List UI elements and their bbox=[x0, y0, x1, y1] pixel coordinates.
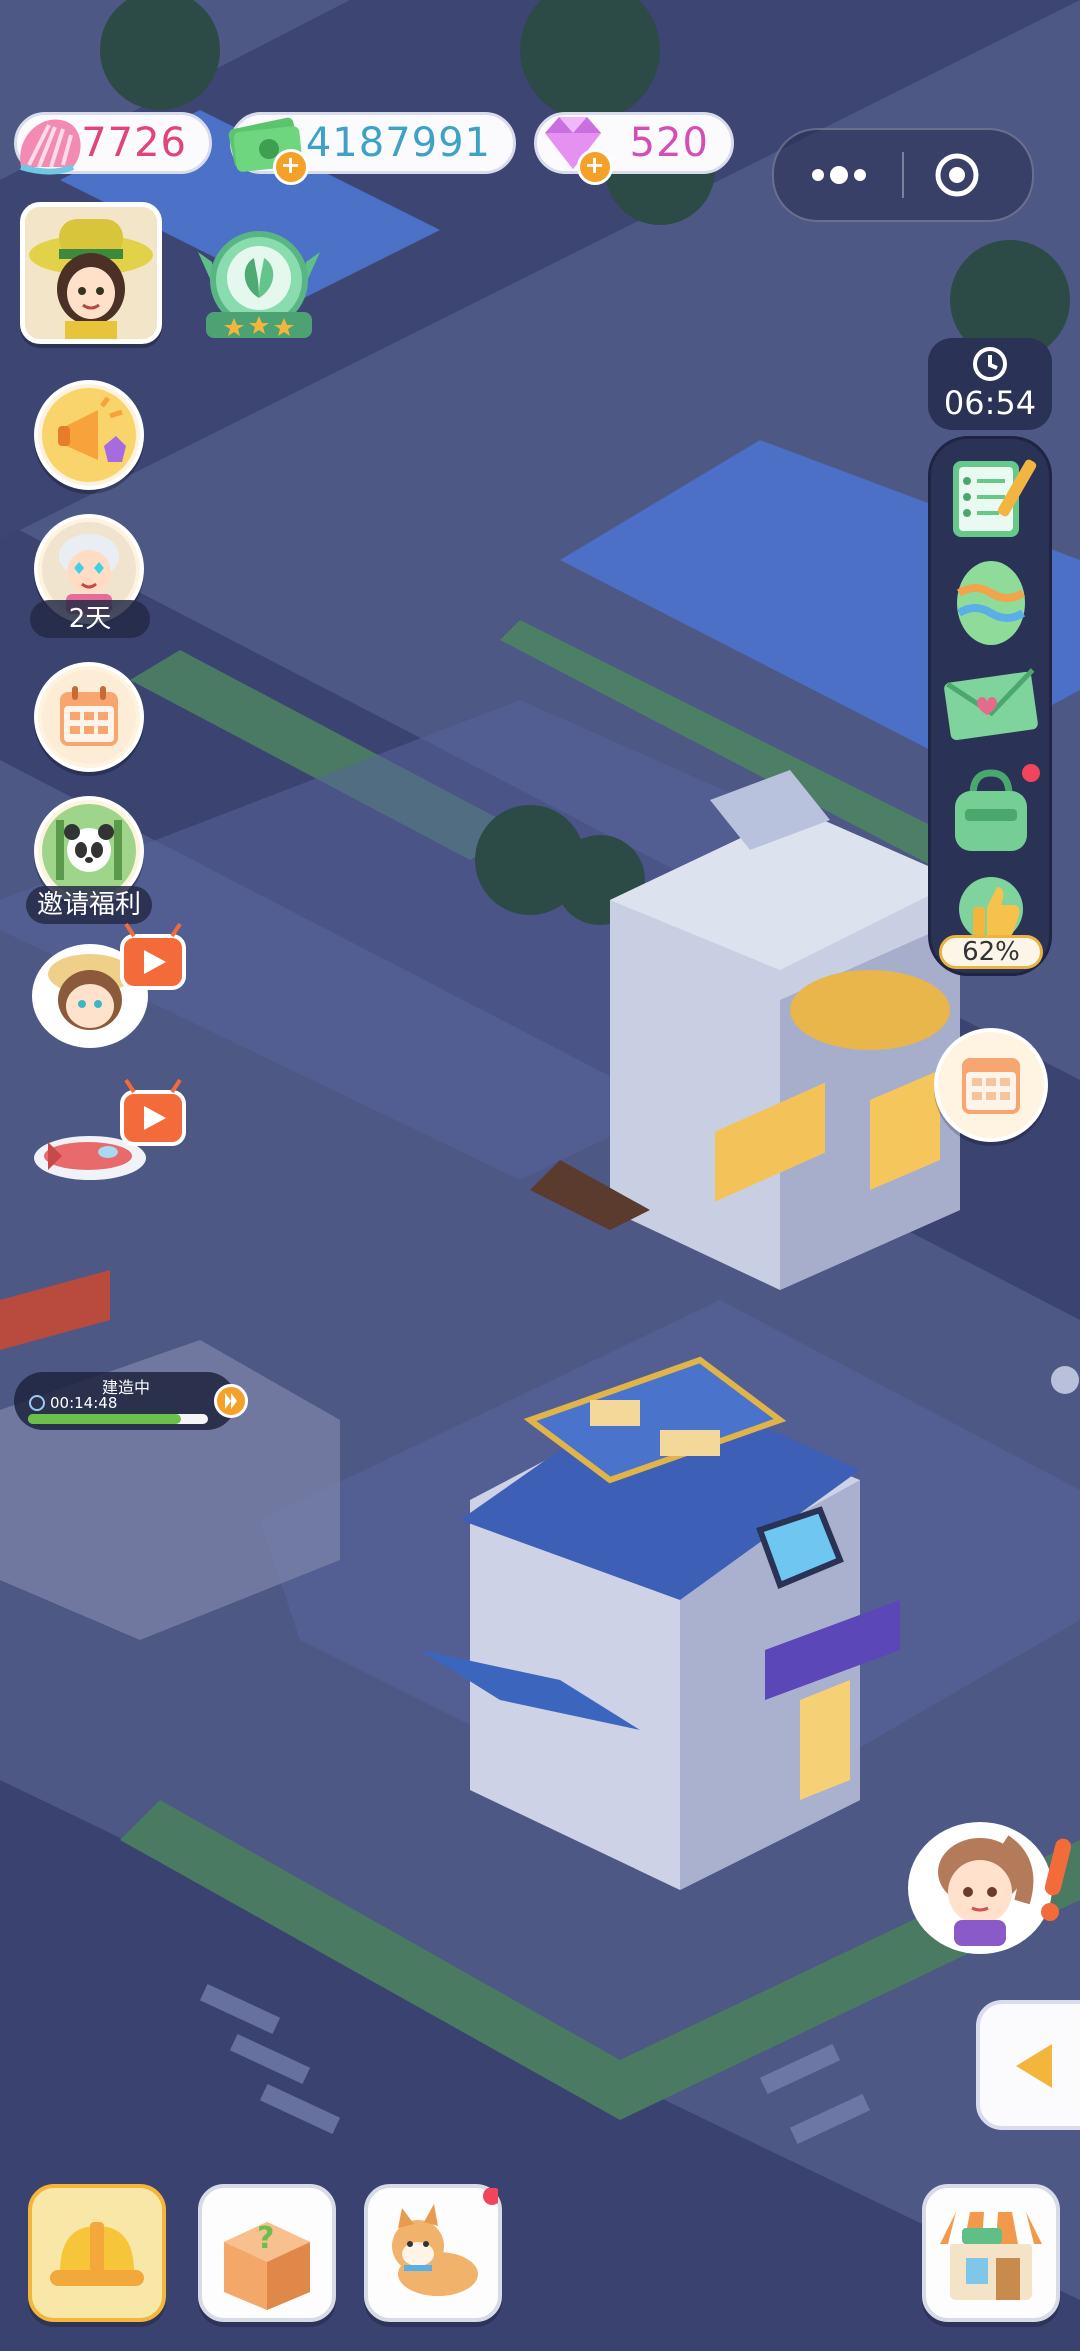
leaf-rank-badge-icon bbox=[198, 231, 320, 338]
shells-value: 7726 bbox=[81, 120, 187, 166]
mystery-box-button[interactable]: ? bbox=[198, 2184, 336, 2322]
cash-value: 4187991 bbox=[305, 120, 491, 166]
bag-icon bbox=[955, 764, 1040, 851]
event-days-tag: 2天 bbox=[30, 600, 150, 638]
rating-value: 62% bbox=[962, 937, 1020, 967]
calendar-icon bbox=[42, 670, 136, 764]
pet-button[interactable] bbox=[364, 2184, 502, 2322]
megaphone-icon bbox=[42, 388, 136, 482]
shells-counter[interactable]: 7726 bbox=[14, 112, 212, 175]
svg-text:?: ? bbox=[257, 2221, 274, 2256]
cash-counter[interactable]: + 4187991 bbox=[228, 112, 516, 185]
video-reward-plane-icon bbox=[34, 1078, 186, 1180]
gems-counter[interactable]: + 520 bbox=[534, 112, 734, 185]
shop-button[interactable] bbox=[922, 2184, 1060, 2322]
npc-alert-icon bbox=[908, 1822, 1072, 1954]
shop-icon bbox=[940, 2212, 1042, 2300]
npc-alert-button[interactable] bbox=[904, 1812, 1080, 1962]
invite-tag: 邀请福利 bbox=[26, 886, 152, 924]
miniprogram-capsule bbox=[772, 128, 1034, 222]
shell-icon bbox=[20, 119, 81, 175]
mystery-box-icon: ? bbox=[224, 2221, 310, 2310]
egg-button[interactable] bbox=[939, 553, 1043, 649]
video-reward-girl-button[interactable] bbox=[28, 922, 188, 1062]
mail-button[interactable] bbox=[939, 659, 1043, 751]
clock-icon bbox=[973, 347, 1007, 381]
announcement-button[interactable] bbox=[34, 380, 144, 490]
build-button[interactable] bbox=[28, 2184, 166, 2322]
more-dots-icon[interactable] bbox=[804, 150, 874, 200]
calendar-bubble-button[interactable] bbox=[934, 1028, 1048, 1142]
construction-progress[interactable]: 建造中 00:14:48 bbox=[14, 1372, 248, 1430]
target-close-icon[interactable] bbox=[932, 150, 982, 200]
alarm-clock-icon bbox=[29, 1395, 45, 1411]
player-avatar[interactable] bbox=[20, 202, 162, 344]
game-scene[interactable]: 7726 + 4187991 + 520 2天 邀请福利 06:54 62% 建… bbox=[0, 0, 1080, 2351]
add-cash-icon[interactable]: + bbox=[273, 149, 309, 185]
event-timer[interactable]: 06:54 bbox=[928, 338, 1052, 430]
gems-value: 520 bbox=[629, 120, 709, 166]
rating-value-pill: 62% bbox=[939, 935, 1043, 969]
hardhat-icon bbox=[50, 2222, 144, 2286]
construction-time: 00:14:48 bbox=[50, 1394, 118, 1412]
construction-bar-track bbox=[28, 1414, 208, 1424]
timer-value: 06:54 bbox=[943, 384, 1037, 422]
mail-icon bbox=[944, 668, 1038, 741]
construction-bar-fill bbox=[28, 1414, 181, 1424]
side-collapse-button[interactable] bbox=[976, 2000, 1080, 2130]
tasks-button[interactable] bbox=[939, 451, 1043, 543]
capsule-divider bbox=[902, 152, 904, 198]
shiba-dog-icon bbox=[392, 2187, 501, 2296]
task-notepad-icon bbox=[953, 459, 1037, 537]
egg-icon bbox=[956, 561, 1026, 645]
arrow-left-icon bbox=[1016, 2044, 1052, 2088]
calendar-button[interactable] bbox=[34, 662, 144, 772]
video-reward-plane-button[interactable] bbox=[28, 1078, 188, 1198]
right-menu-panel: 62% bbox=[928, 436, 1052, 976]
player-avatar-icon bbox=[25, 207, 157, 339]
rank-badge[interactable] bbox=[192, 222, 326, 346]
add-gems-icon[interactable]: + bbox=[577, 149, 613, 185]
calendar-bubble-icon bbox=[962, 1058, 1020, 1114]
speedup-icon[interactable] bbox=[214, 1384, 248, 1418]
video-reward-girl-icon bbox=[32, 922, 186, 1048]
rating-button[interactable]: 62% bbox=[935, 873, 1047, 969]
bag-button[interactable] bbox=[939, 761, 1043, 861]
